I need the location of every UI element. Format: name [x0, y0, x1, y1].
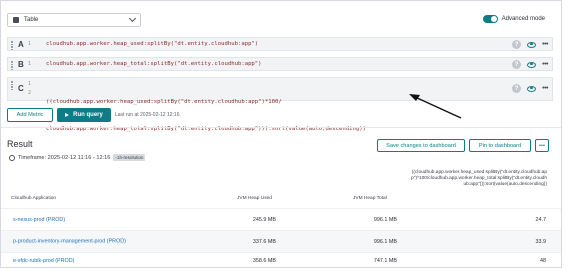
play-icon — [65, 113, 70, 117]
app-link[interactable]: p-product-inventory-management-prod (PRO… — [13, 238, 143, 245]
table-header: Cloudhub Application JVM Heap Used JVM H… — [1, 168, 561, 208]
save-to-dashboard-button[interactable]: Save changes to dashboard — [377, 139, 465, 152]
column-header[interactable]: Cloudhub Application — [11, 196, 56, 202]
percent-cell: 24.7 — [535, 216, 547, 223]
data-explorer-panel: Table Advanced mode A 1 cloudhub.app.wor… — [0, 0, 562, 268]
heap-total-cell: 996.1 MB — [373, 238, 397, 245]
table-row[interactable]: s-nexus-prod (PROD) 245.9 MB 996.1 MB 24… — [1, 208, 561, 230]
heap-used-cell: 337.6 MB — [252, 238, 276, 245]
column-header[interactable]: JVM Heap Total — [353, 196, 398, 202]
app-link[interactable]: s-nexus-prod (PROD) — [13, 217, 65, 223]
add-metric-button[interactable]: Add Metric — [7, 108, 53, 122]
heap-used-cell: 245.9 MB — [252, 216, 276, 223]
heap-total-cell: 747.1 MB — [373, 257, 397, 264]
heap-total-cell: 996.1 MB — [373, 216, 397, 223]
percent-cell: 33.9 — [535, 238, 547, 245]
arrow-head — [409, 94, 420, 101]
timeframe-label: Timeframe: 2025-02-12 11:16 - 12:16 — [18, 154, 111, 161]
result-more-button[interactable]: ••• — [535, 139, 549, 152]
last-run-text: Last run at 2025-02-12 12:16 — [115, 112, 180, 118]
app-link[interactable]: e-sfdc-rubik-prod (PROD) — [13, 258, 74, 264]
heap-used-cell: 358.6 MB — [252, 257, 276, 264]
arrow-line — [414, 96, 462, 119]
clock-icon — [9, 154, 15, 161]
resolution-badge: -1h-resolution — [113, 154, 146, 161]
divider — [1, 127, 561, 128]
percent-cell: 48 — [540, 257, 546, 264]
table-row[interactable]: p-product-inventory-management-prod (PRO… — [1, 230, 561, 252]
pin-to-dashboard-button[interactable]: Pin to dashboard — [469, 139, 531, 152]
table-row[interactable]: e-sfdc-rubik-prod (PROD) 358.6 MB 747.1 … — [1, 252, 561, 267]
run-query-label: Run query — [73, 112, 103, 118]
timeframe: Timeframe: 2025-02-12 11:16 - 12:16 -1h-… — [9, 154, 146, 161]
run-query-button[interactable]: Run query — [57, 108, 111, 122]
column-header[interactable]: JVM Heap Used — [237, 196, 277, 202]
result-title: Result — [7, 139, 33, 149]
column-header[interactable]: ((cloudhub.app.worker.heap_used:splitBy(… — [409, 170, 547, 188]
